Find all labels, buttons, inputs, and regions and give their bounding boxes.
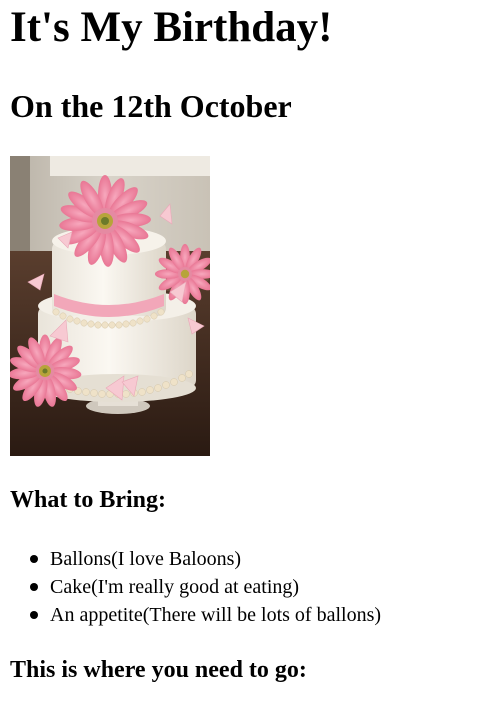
bring-list: Ballons(I love Baloons) Cake(I'm really …: [30, 545, 382, 629]
bullet-icon: [30, 555, 38, 563]
list-item: Cake(I'm really good at eating): [30, 573, 381, 601]
directions-heading: This is where you need to go:: [10, 657, 307, 683]
birthday-cake-photo: [10, 156, 210, 456]
list-item: An appetite(There will be lots of ballon…: [30, 601, 382, 629]
list-item-text: Cake(I'm really good at eating): [50, 576, 300, 598]
list-item-text: Ballons(I love Baloons): [50, 548, 242, 570]
bullet-icon: [30, 611, 38, 619]
event-date-heading: On the 12th October: [10, 88, 292, 124]
list-item: Ballons(I love Baloons): [30, 545, 381, 573]
page-title: It's My Birthday!: [10, 4, 333, 51]
bullet-icon: [30, 583, 38, 591]
what-to-bring-heading: What to Bring:: [10, 487, 166, 513]
list-item-text: An appetite(There will be lots of ballon…: [50, 604, 382, 626]
